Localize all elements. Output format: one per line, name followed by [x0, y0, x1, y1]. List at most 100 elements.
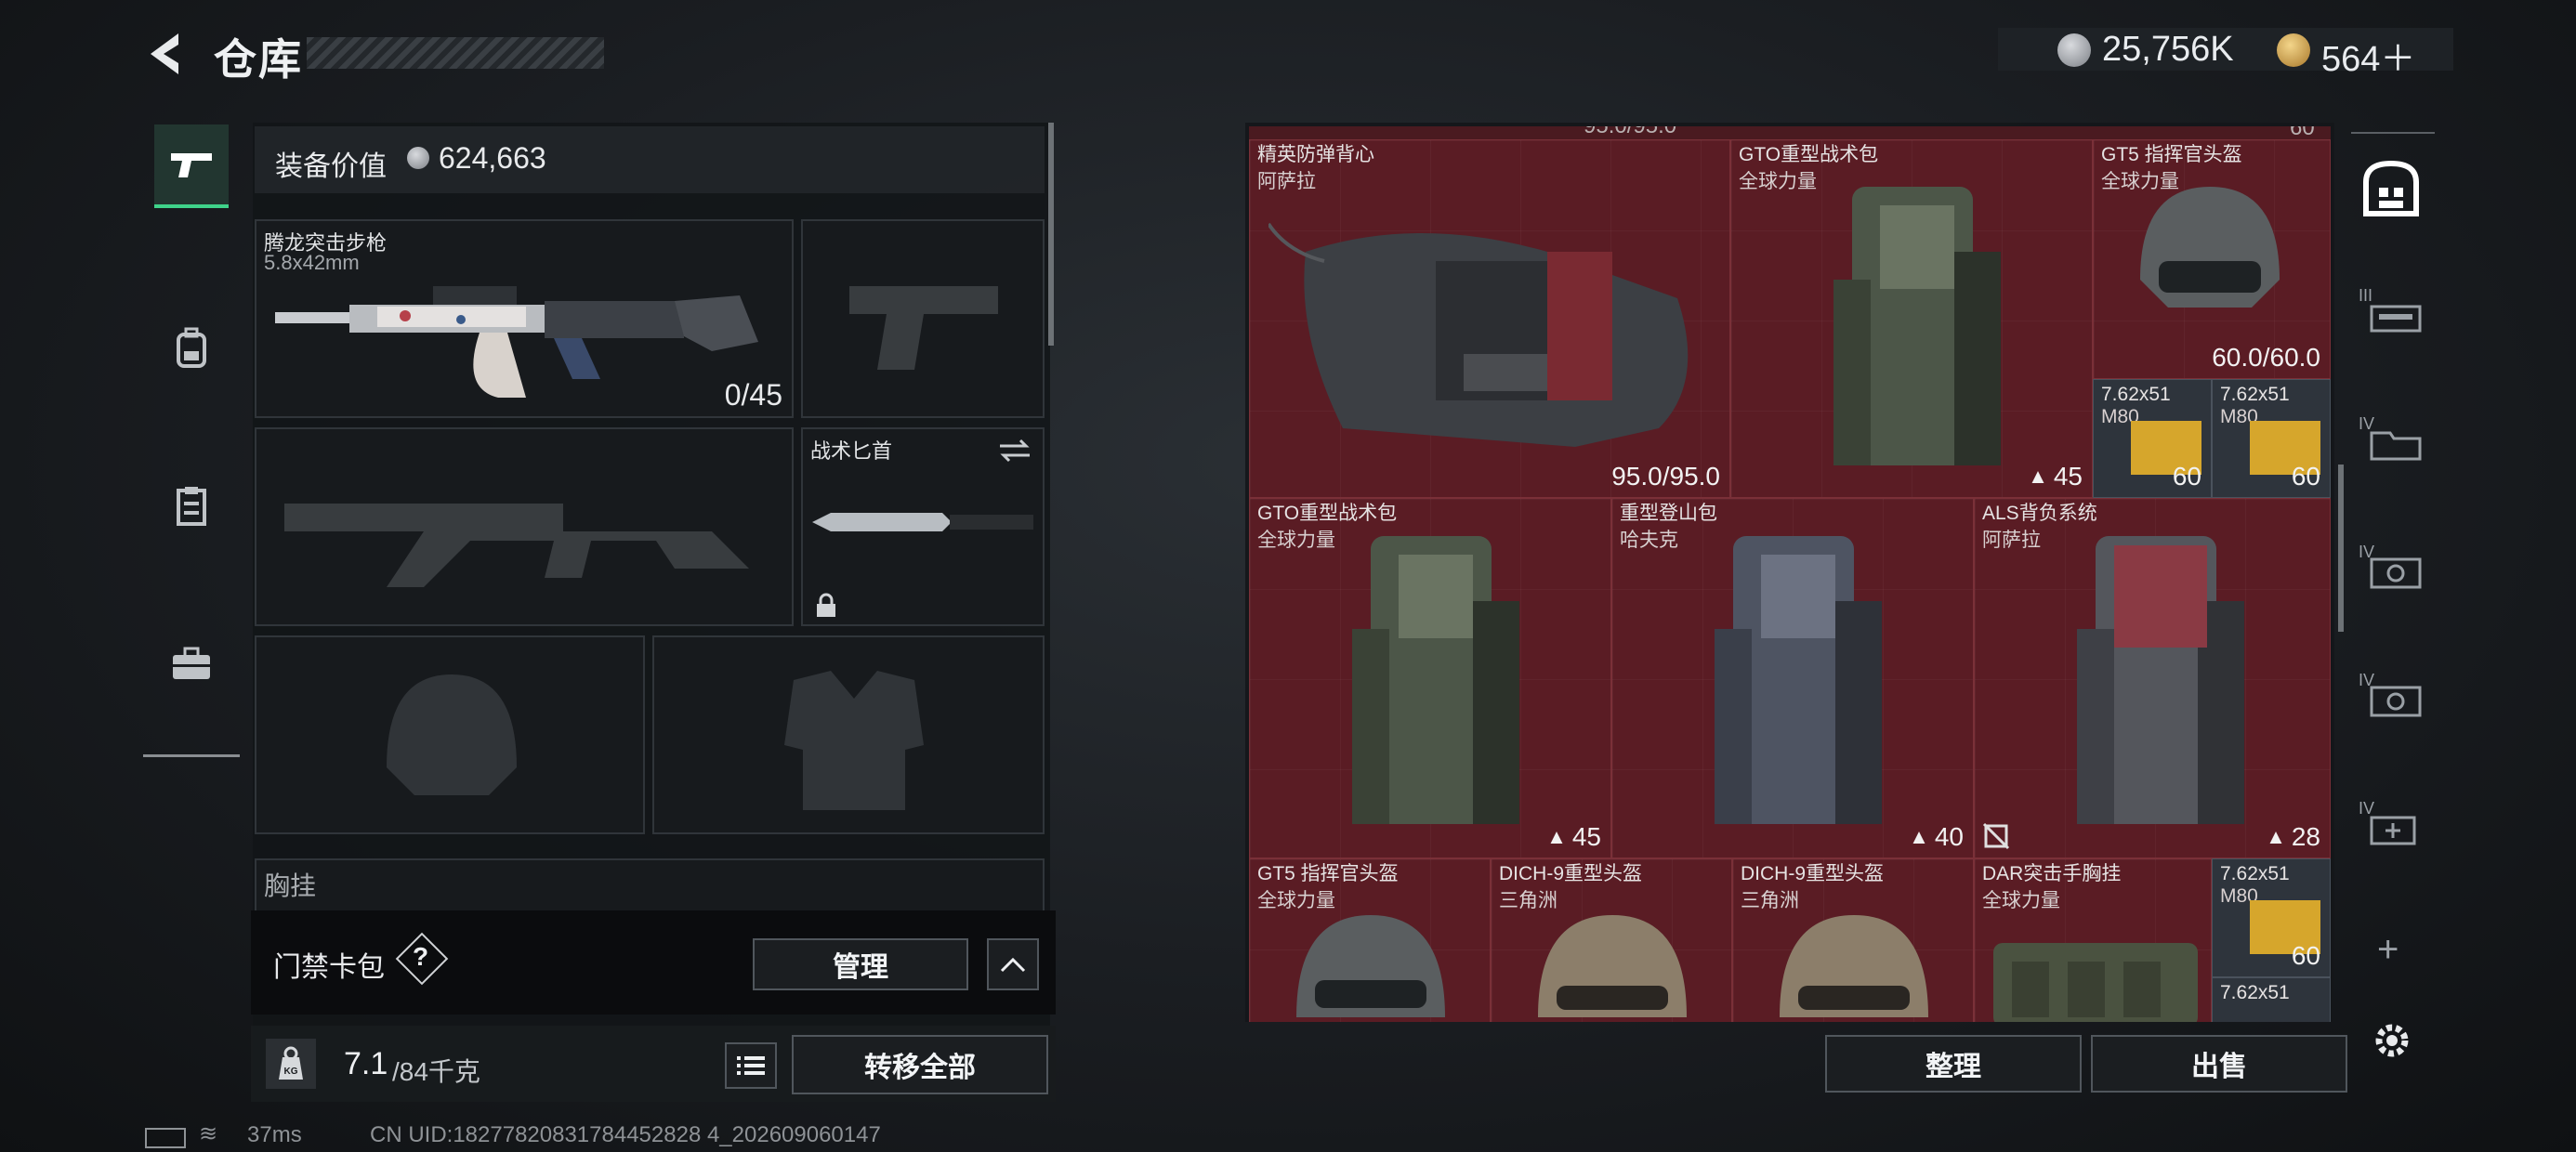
item-count-badge: ▲ 45: [2028, 462, 2083, 491]
clipboard-icon: [177, 487, 206, 526]
swap-icon[interactable]: [996, 437, 1033, 465]
nav-divider: [143, 754, 240, 757]
item-count-badge: ▲ 45: [1546, 822, 1601, 852]
primary-weapon-slot[interactable]: 腾龙突击步枪 5.8x42mm 0/45: [255, 219, 794, 418]
helmet-image: [2140, 187, 2280, 308]
pistol-silhouette-icon: [849, 286, 998, 370]
weapon-rack-icon: [2370, 305, 2422, 333]
stash-item-gto-pack-2[interactable]: GTO重型战术包 全球力量 ▲ 45: [1249, 498, 1611, 858]
item-brand: 阿萨拉: [1257, 171, 1316, 192]
pistol-slot[interactable]: [801, 219, 1045, 418]
stash-item-ammo-2[interactable]: 7.62x51 M80 60: [2212, 379, 2331, 498]
briefcase-icon: [173, 647, 210, 679]
chest-rig-label: 胸挂: [264, 871, 317, 900]
help-icon[interactable]: ?: [413, 942, 428, 972]
chest-rig-slot[interactable]: 胸挂: [255, 858, 1045, 914]
manage-button[interactable]: 管理: [753, 938, 968, 990]
sort-button[interactable]: 整理: [1825, 1035, 2082, 1093]
nav-tier4-storage-4[interactable]: IV: [2359, 799, 2429, 855]
item-name: DICH-9重型头盔: [1741, 863, 1885, 884]
backpack-icon: [177, 327, 206, 368]
melee-slot[interactable]: 战术匕首: [801, 427, 1045, 626]
item-count: 45: [1571, 822, 1601, 851]
folder-icon: [2370, 431, 2422, 461]
stash-item-ammo-1[interactable]: 7.62x51 M80 60: [2093, 379, 2212, 498]
item-count: 60: [2172, 462, 2201, 491]
token-amount[interactable]: 564＋: [2321, 30, 2415, 81]
item-name: 7.62x51: [2101, 384, 2171, 405]
coin-icon: [407, 147, 429, 169]
backpack-image: [1352, 536, 1519, 824]
nav-tier4-storage-2[interactable]: IV: [2359, 543, 2429, 598]
token-icon: [2277, 33, 2310, 67]
backpack-image: [1715, 536, 1882, 824]
helmet-image: [1780, 915, 1928, 1017]
stash-home-icon: [2363, 160, 2419, 216]
weight-current: 7.1: [344, 1046, 388, 1081]
nav-divider: [2351, 132, 2435, 134]
knife-image: [812, 513, 1033, 531]
nav-tier3-storage[interactable]: III: [2359, 286, 2429, 342]
nav-weapons[interactable]: [154, 124, 229, 208]
stash-item-gto-pack-1[interactable]: GTO重型战术包 全球力量 ▲ 45: [1730, 139, 2093, 498]
back-button[interactable]: [141, 28, 193, 80]
settings-button[interactable]: [2368, 1016, 2416, 1065]
stash-item-ammo-4[interactable]: 7.62x51: [2212, 977, 2331, 1022]
title-decoration: [307, 37, 604, 69]
stash-item-dich9-helmet-1[interactable]: DICH-9重型头盔 三角洲: [1491, 858, 1732, 1022]
equipment-value-bar: 装备价值 624,663: [255, 126, 1045, 193]
sell-button[interactable]: 出售: [2091, 1035, 2347, 1093]
rifle-silhouette-icon: [284, 504, 749, 587]
no-insurance-icon: [1982, 822, 2010, 850]
collapse-button[interactable]: [987, 938, 1039, 990]
nav-tier4-storage-1[interactable]: IV: [2359, 414, 2429, 470]
add-storage-button[interactable]: +: [2377, 929, 2399, 971]
item-name: 精英防弹背心: [1257, 144, 1374, 165]
stash-item-ammo-3[interactable]: 7.62x51 M80 60: [2212, 858, 2331, 977]
stash-item-elite-vest[interactable]: 精英防弹背心 阿萨拉 95.0/95.0: [1249, 139, 1730, 498]
capacity-icon: ▲: [1909, 825, 1929, 848]
stash-item-dar-chest-rig[interactable]: DAR突击手胸挂 全球力量: [1974, 858, 2212, 1022]
item-name: DICH-9重型头盔: [1499, 863, 1643, 884]
stash-item-als-pack[interactable]: ALS背负系统 阿萨拉 ▲ 28: [1974, 498, 2331, 858]
secondary-weapon-slot[interactable]: [255, 427, 794, 626]
nav-case[interactable]: [154, 624, 229, 704]
item-durability: 60.0/60.0: [2212, 343, 2320, 372]
weight-icon-box: KG: [266, 1039, 316, 1089]
item-brand: 全球力量: [1739, 171, 1817, 192]
weight-bar: KG 7.1 /84千克 转移全部: [251, 1026, 1056, 1102]
nav-stash-main[interactable]: [2359, 156, 2424, 240]
item-count: 40: [1934, 822, 1964, 851]
item-count: 45: [2053, 462, 2083, 491]
safe-icon: [2370, 686, 2422, 717]
weight-icon: KG: [279, 1046, 303, 1080]
nav-rig[interactable]: [154, 466, 229, 546]
back-arrow-icon: [151, 33, 178, 74]
stash-item-dich9-helmet-2[interactable]: DICH-9重型头盔 三角洲: [1732, 858, 1974, 1022]
medical-box-icon: [2370, 816, 2416, 845]
stash-item-gt5-helmet-2[interactable]: GT5 指挥官头盔 全球力量: [1249, 858, 1491, 1022]
chest-rig-image: [1993, 943, 2198, 1022]
vest-image: [1268, 222, 1689, 447]
list-view-button[interactable]: [725, 1042, 777, 1089]
item-brand: 全球力量: [1982, 890, 2060, 911]
stash-item-gt5-helmet-1[interactable]: GT5 指挥官头盔 全球力量 60.0/60.0: [2093, 139, 2331, 379]
armor-slot[interactable]: [652, 635, 1045, 834]
vest-silhouette-icon: [784, 671, 924, 810]
nav-tier4-storage-3[interactable]: IV: [2359, 671, 2429, 727]
helmet-slot[interactable]: [255, 635, 645, 834]
nav-armor[interactable]: [154, 308, 229, 388]
helmet-image: [1538, 915, 1687, 1017]
item-name: 7.62x51: [2220, 863, 2290, 884]
melee-name: 战术匕首: [810, 439, 893, 463]
weight-max: /84千克: [392, 1057, 480, 1086]
item-name: 7.62x51: [2220, 982, 2290, 1003]
equipment-value-label: 装备价值: [275, 151, 387, 182]
helmet-image: [1296, 915, 1445, 1017]
transfer-all-button[interactable]: 转移全部: [792, 1035, 1048, 1094]
backpack-image: [1833, 187, 2001, 465]
coin-icon: [2057, 33, 2091, 67]
stash-item-mountain-pack[interactable]: 重型登山包 哈夫克 ▲ 40: [1611, 498, 1974, 858]
left-scrollbar[interactable]: [1048, 123, 1054, 346]
item-name: GT5 指挥官头盔: [1257, 863, 1399, 884]
